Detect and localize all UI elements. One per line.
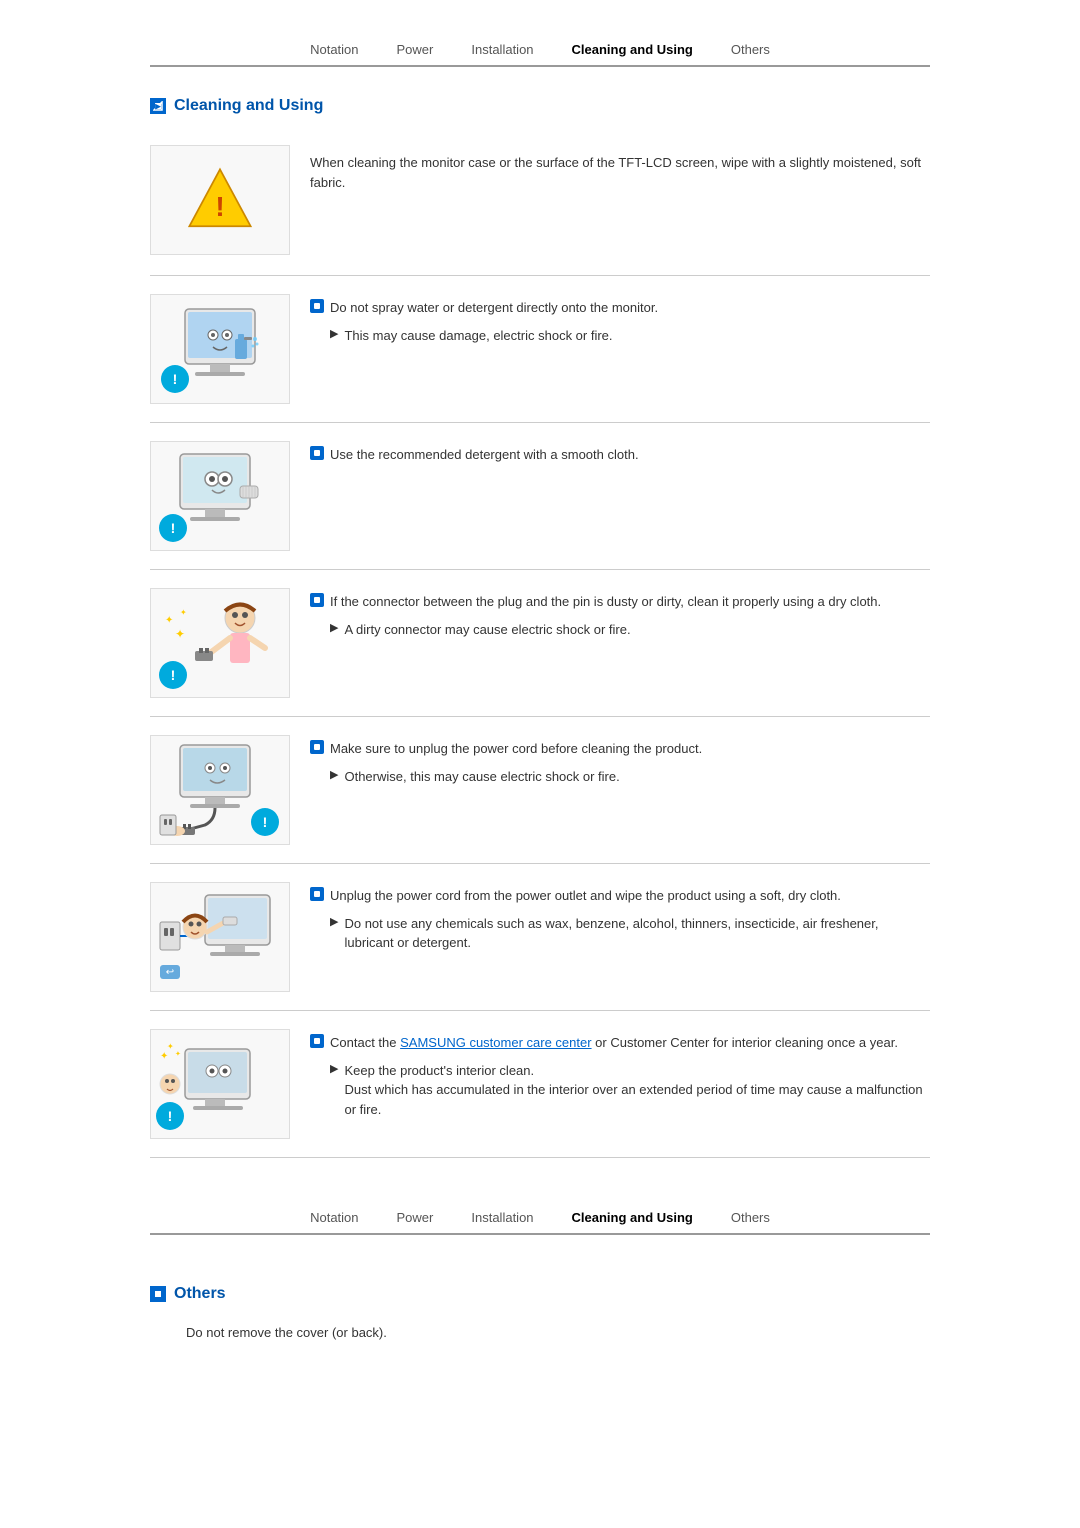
- bottom-tab-power[interactable]: Power: [393, 1208, 438, 1227]
- svg-text:✦: ✦: [180, 608, 187, 617]
- tab-power[interactable]: Power: [393, 40, 438, 59]
- content-row-1: ! Do not spray water or detergent direct…: [150, 276, 930, 423]
- top-nav: Notation Power Installation Cleaning and…: [150, 40, 930, 67]
- bullet-icon-5: [310, 887, 324, 901]
- illus-1: !: [150, 294, 290, 404]
- samsung-link[interactable]: SAMSUNG customer care center: [400, 1035, 591, 1050]
- svg-text:✦: ✦: [160, 1051, 168, 1062]
- bullet-sub-3: ▶ A dirty connector may cause electric s…: [330, 620, 930, 640]
- arrow-icon-1: ▶: [330, 327, 338, 340]
- content-text-5: Unplug the power cord from the power out…: [310, 882, 930, 953]
- svg-text:!: !: [171, 667, 176, 683]
- bullet-icon-2: [310, 446, 324, 460]
- sub-text-4: Otherwise, this may cause electric shock…: [344, 767, 619, 787]
- content-text-4: Make sure to unplug the power cord befor…: [310, 735, 930, 786]
- content-text-3: If the connector between the plug and th…: [310, 588, 930, 639]
- bottom-tab-cleaning-and-using[interactable]: Cleaning and Using: [568, 1208, 697, 1227]
- warning-triangle-icon: !: [185, 165, 255, 235]
- content-row-2: ! Use the recommended detergent with a s…: [150, 423, 930, 570]
- bullet-sub-4: ▶ Otherwise, this may cause electric sho…: [330, 767, 930, 787]
- svg-text:↩: ↩: [166, 967, 174, 978]
- svg-text:!: !: [263, 814, 268, 830]
- bullet-icon-4: [310, 740, 324, 754]
- bottom-tab-notation[interactable]: Notation: [306, 1208, 362, 1227]
- tab-others[interactable]: Others: [727, 40, 774, 59]
- bullet-icon-1: [310, 299, 324, 313]
- svg-text:▶: ▶: [154, 104, 161, 111]
- sub-text-1: This may cause damage, electric shock or…: [344, 326, 612, 346]
- section1-header: ▶ Cleaning and Using: [150, 97, 930, 115]
- arrow-icon-3: ▶: [330, 621, 338, 634]
- bullet-icon-3: [310, 593, 324, 607]
- illus-5: ↩: [150, 882, 290, 992]
- section1-icon: ▶: [150, 98, 166, 114]
- bullet-sub-6: ▶ Keep the product's interior clean.Dust…: [330, 1061, 930, 1120]
- bullet-main-2: Use the recommended detergent with a smo…: [310, 445, 930, 465]
- bullet-sub-1: ▶ This may cause damage, electric shock …: [330, 326, 930, 346]
- section1-title: Cleaning and Using: [174, 97, 323, 115]
- bottom-nav: Notation Power Installation Cleaning and…: [150, 1208, 930, 1235]
- section2-header: Others: [150, 1285, 930, 1303]
- tab-installation[interactable]: Installation: [467, 40, 537, 59]
- illus-6: ✦ ✦ ✦ !: [150, 1029, 290, 1139]
- sub-text-3: A dirty connector may cause electric sho…: [344, 620, 630, 640]
- section2-title: Others: [174, 1285, 226, 1303]
- svg-text:✦: ✦: [175, 1050, 181, 1058]
- svg-text:!: !: [215, 191, 224, 222]
- content-row-3: ✦ ✦ ✦ ! If the connector between the plu…: [150, 570, 930, 717]
- section2-icon: [150, 1286, 166, 1302]
- main-text-5: Unplug the power cord from the power out…: [330, 886, 841, 906]
- bullet-main-4: Make sure to unplug the power cord befor…: [310, 739, 930, 759]
- bullet-main-3: If the connector between the plug and th…: [310, 592, 930, 612]
- bottom-tab-installation[interactable]: Installation: [467, 1208, 537, 1227]
- content-row-6: ✦ ✦ ✦ ! Contact the SAMSUNG customer car…: [150, 1011, 930, 1158]
- bullet-icon-6: [310, 1034, 324, 1048]
- svg-text:!: !: [173, 371, 178, 387]
- bullet-main-6: Contact the SAMSUNG customer care center…: [310, 1033, 930, 1053]
- arrow-icon-6: ▶: [330, 1062, 338, 1075]
- tab-cleaning-and-using[interactable]: Cleaning and Using: [568, 40, 697, 59]
- others-main-text-1: Do not remove the cover (or back).: [186, 1323, 387, 1343]
- content-text-2: Use the recommended detergent with a smo…: [310, 441, 930, 473]
- warning-image: !: [150, 145, 290, 255]
- intro-row: ! When cleaning the monitor case or the …: [150, 135, 930, 276]
- tab-notation[interactable]: Notation: [306, 40, 362, 59]
- main-text-4: Make sure to unplug the power cord befor…: [330, 739, 702, 759]
- intro-text: When cleaning the monitor case or the su…: [310, 145, 930, 192]
- svg-text:✦: ✦: [165, 615, 173, 626]
- svg-text:✦: ✦: [175, 627, 185, 641]
- illus-2: !: [150, 441, 290, 551]
- bottom-tab-others[interactable]: Others: [727, 1208, 774, 1227]
- arrow-icon-5: ▶: [330, 915, 338, 928]
- bullet-main-1: Do not spray water or detergent directly…: [310, 298, 930, 318]
- main-text-2: Use the recommended detergent with a smo…: [330, 445, 639, 465]
- others-item-1: Do not remove the cover (or back).: [180, 1323, 930, 1343]
- content-text-6: Contact the SAMSUNG customer care center…: [310, 1029, 930, 1119]
- main-text-1: Do not spray water or detergent directly…: [330, 298, 658, 318]
- bullet-main-5: Unplug the power cord from the power out…: [310, 886, 930, 906]
- illus-4: !: [150, 735, 290, 845]
- main-text-3: If the connector between the plug and th…: [330, 592, 881, 612]
- content-text-1: Do not spray water or detergent directly…: [310, 294, 930, 345]
- svg-text:!: !: [171, 520, 176, 536]
- bullet-sub-5: ▶ Do not use any chemicals such as wax, …: [330, 914, 930, 953]
- main-text-6: Contact the SAMSUNG customer care center…: [330, 1033, 898, 1053]
- content-row-4: ! Make sure to unplug the power cord bef…: [150, 717, 930, 864]
- content-row-5: ↩ Unplug the power cord from the power o…: [150, 864, 930, 1011]
- sub-text-6: Keep the product's interior clean.Dust w…: [344, 1061, 930, 1120]
- page-container: Notation Power Installation Cleaning and…: [90, 0, 990, 1383]
- svg-text:!: !: [168, 1108, 173, 1124]
- svg-text:✦: ✦: [167, 1042, 174, 1051]
- sub-text-5: Do not use any chemicals such as wax, be…: [344, 914, 930, 953]
- arrow-icon-4: ▶: [330, 768, 338, 781]
- illus-3: ✦ ✦ ✦ !: [150, 588, 290, 698]
